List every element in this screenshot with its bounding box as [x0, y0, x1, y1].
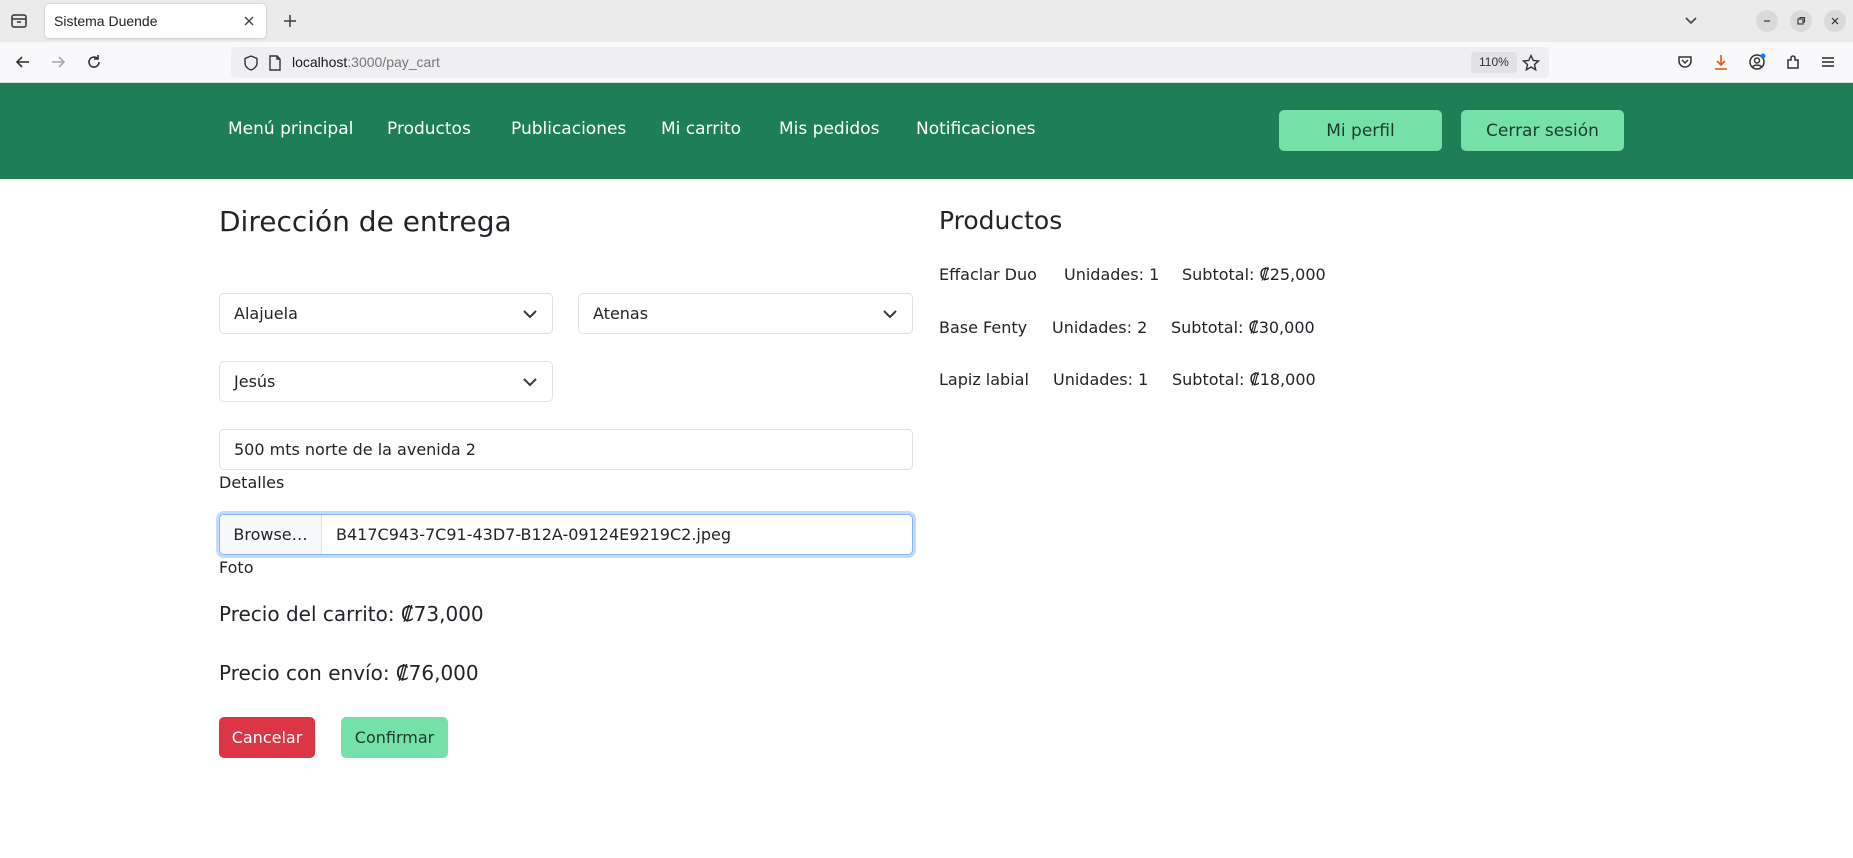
nav-productos[interactable]: Productos	[387, 119, 471, 139]
browser-navigation-bar: localhost:3000/pay_cart 110%	[0, 42, 1853, 83]
products-title: Productos	[939, 206, 1063, 235]
profile-button[interactable]: Mi perfil	[1279, 110, 1442, 151]
cancel-button[interactable]: Cancelar	[219, 717, 315, 758]
cart-price: Precio del carrito: ₡73,000	[219, 602, 484, 626]
district-select[interactable]: Jesús	[219, 361, 553, 402]
chevron-down-icon	[522, 306, 538, 322]
url-path: :3000/pay_cart	[347, 54, 440, 70]
browser-tab[interactable]: Sistema Duende	[45, 4, 266, 38]
tab-overview-icon[interactable]	[9, 11, 29, 31]
product-name: Effaclar Duo	[939, 265, 1037, 284]
page-icon[interactable]	[265, 53, 285, 73]
close-window-icon[interactable]	[1824, 10, 1846, 32]
logout-button[interactable]: Cerrar sesión	[1461, 110, 1624, 151]
pocket-icon[interactable]	[1675, 52, 1695, 72]
product-subtotal: Subtotal: ₡30,000	[1171, 318, 1315, 337]
selected-file-name: B417C943-7C91-43D7-B12A-09124E9219C2.jpe…	[336, 525, 732, 544]
province-value: Alajuela	[234, 304, 298, 323]
reload-icon[interactable]	[84, 52, 104, 72]
url-host: localhost	[292, 54, 348, 70]
hamburger-menu-icon[interactable]	[1818, 52, 1838, 72]
shipping-price: Precio con envío: ₡76,000	[219, 661, 479, 685]
photo-label: Foto	[219, 558, 254, 577]
browser-tab-strip: Sistema Duende	[0, 0, 1853, 42]
canton-select[interactable]: Atenas	[578, 293, 913, 334]
nav-mi-carrito[interactable]: Mi carrito	[661, 119, 741, 139]
product-name: Base Fenty	[939, 318, 1028, 337]
download-icon[interactable]	[1711, 52, 1731, 72]
nav-mis-pedidos[interactable]: Mis pedidos	[779, 119, 879, 139]
product-units: Unidades: 1	[1053, 370, 1149, 389]
browser-tab-title: Sistema Duende	[54, 13, 158, 29]
nav-notificaciones[interactable]: Notificaciones	[916, 119, 1036, 139]
district-value: Jesús	[234, 372, 276, 391]
product-subtotal: Subtotal: ₡18,000	[1172, 370, 1316, 389]
delivery-title: Dirección de entrega	[219, 205, 512, 238]
site-header: Menú principal Productos Publicaciones M…	[0, 83, 1853, 179]
new-tab-icon[interactable]	[280, 11, 300, 31]
photo-file-input[interactable]: Browse… B417C943-7C91-43D7-B12A-09124E92…	[219, 514, 913, 555]
minimize-icon[interactable]	[1756, 10, 1778, 32]
province-select[interactable]: Alajuela	[219, 293, 553, 334]
details-input[interactable]: 500 mts norte de la avenida 2	[219, 429, 913, 470]
nav-menu-principal[interactable]: Menú principal	[228, 119, 353, 139]
nav-publicaciones[interactable]: Publicaciones	[511, 119, 626, 139]
back-arrow-icon[interactable]	[13, 52, 33, 72]
extensions-icon[interactable]	[1783, 52, 1803, 72]
close-tab-icon[interactable]	[241, 13, 257, 29]
product-name: Lapiz labial	[939, 370, 1029, 389]
details-label: Detalles	[219, 473, 285, 492]
shield-icon[interactable]	[241, 53, 261, 73]
zoom-level-badge[interactable]: 110%	[1471, 52, 1517, 73]
browse-button[interactable]: Browse…	[220, 515, 322, 554]
chevron-down-icon[interactable]	[1681, 11, 1701, 31]
product-units: Unidades: 1	[1064, 265, 1160, 284]
canton-value: Atenas	[593, 304, 649, 323]
account-icon[interactable]	[1747, 52, 1767, 72]
chevron-down-icon	[522, 374, 538, 390]
forward-arrow-icon[interactable]	[48, 52, 68, 72]
confirm-button[interactable]: Confirmar	[341, 717, 448, 758]
product-units: Unidades: 2	[1052, 318, 1148, 337]
details-value: 500 mts norte de la avenida 2	[234, 440, 476, 459]
product-subtotal: Subtotal: ₡25,000	[1182, 265, 1326, 284]
restore-icon[interactable]	[1790, 10, 1812, 32]
chevron-down-icon	[882, 306, 898, 322]
bookmark-star-icon[interactable]	[1521, 53, 1541, 73]
url-text[interactable]: localhost:3000/pay_cart	[292, 54, 440, 70]
address-bar[interactable]: localhost:3000/pay_cart 110%	[231, 47, 1549, 78]
